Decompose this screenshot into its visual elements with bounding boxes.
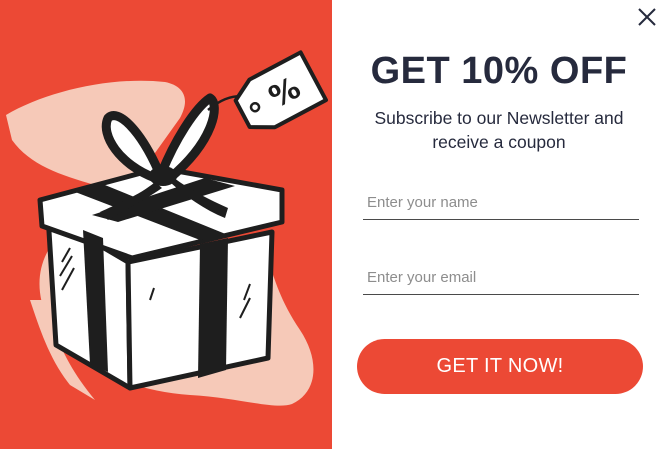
close-icon: [638, 8, 656, 26]
discount-tag: %: [233, 50, 328, 130]
offer-subtitle: Subscribe to our Newsletter and receive …: [374, 108, 624, 152]
offer-title: GET 10% OFF: [370, 50, 628, 92]
close-button[interactable]: [636, 6, 658, 28]
gift-box-illustration: %: [6, 50, 328, 406]
email-input[interactable]: [363, 261, 639, 295]
newsletter-popup: % GET 10% OFF Subscribe to our Newslette…: [0, 0, 666, 449]
form-panel: GET 10% OFF Subscribe to our Newsletter …: [332, 0, 666, 449]
get-it-now-button[interactable]: GET IT NOW!: [357, 339, 643, 394]
name-input[interactable]: [363, 186, 639, 220]
ribbon-right: [198, 238, 228, 378]
gift-illustration-panel: %: [0, 0, 332, 449]
